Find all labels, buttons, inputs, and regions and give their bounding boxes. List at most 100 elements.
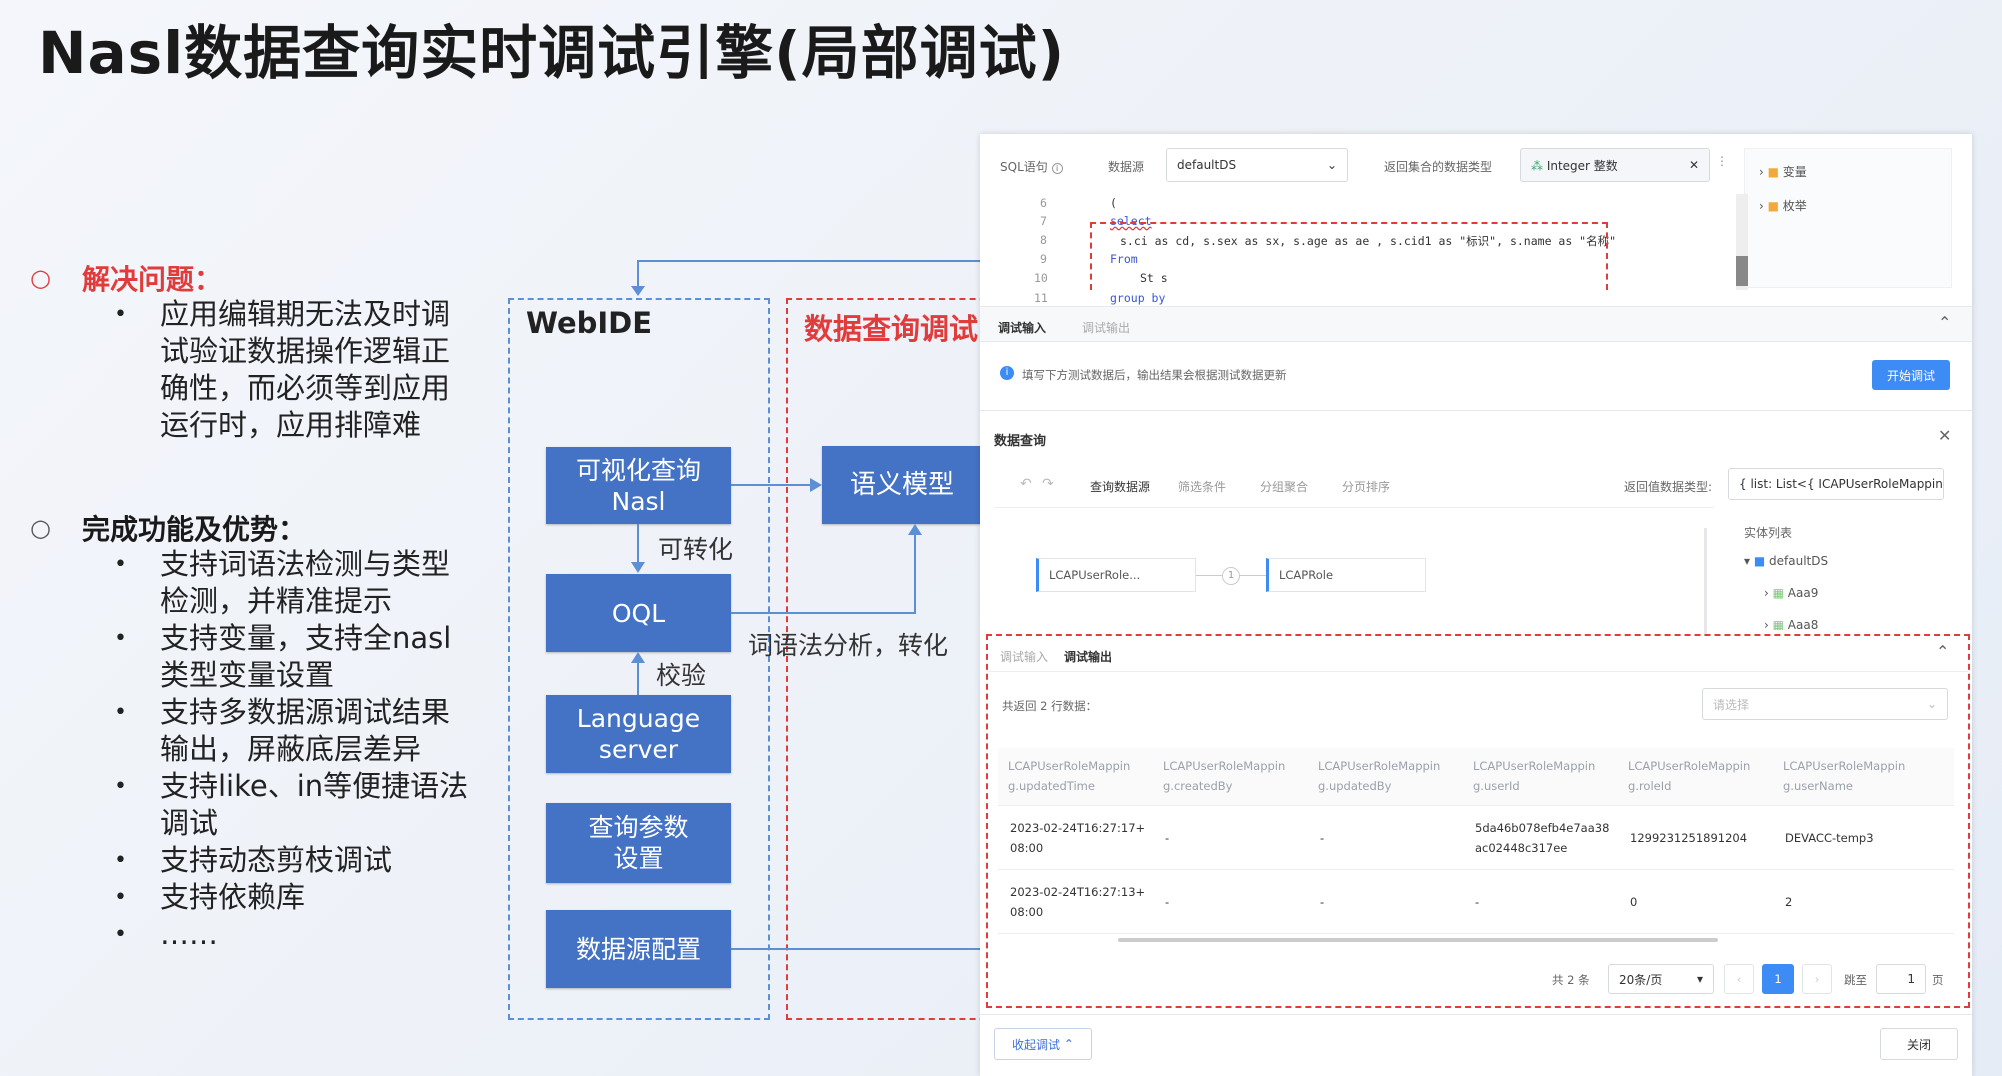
chevron-up-icon[interactable]: ⌃ bbox=[1936, 642, 1949, 661]
redo-icon[interactable]: ↷ bbox=[1042, 476, 1054, 492]
table-icon: ▦ bbox=[1772, 618, 1784, 630]
chevron-up-icon[interactable]: ⌃ bbox=[1938, 313, 1951, 332]
tab-page-sort[interactable]: 分页排序 bbox=[1342, 478, 1390, 495]
table-cell: - bbox=[1165, 895, 1170, 909]
chevron-down-icon: ⌄ bbox=[1326, 158, 1337, 172]
join-node[interactable]: LCAPRole bbox=[1266, 558, 1426, 592]
tab-group-agg[interactable]: 分组聚合 bbox=[1260, 478, 1308, 495]
page-size-select[interactable]: 20条/页 ▾ bbox=[1608, 964, 1714, 994]
tab-query-source[interactable]: 查询数据源 bbox=[1090, 478, 1150, 495]
table-cell: 0 bbox=[1630, 895, 1638, 909]
panel-splitter[interactable] bbox=[1704, 528, 1707, 636]
join-index[interactable]: 1 bbox=[1222, 567, 1240, 585]
column-header: LCAPUserRoleMappin g.updatedTime bbox=[1008, 759, 1131, 793]
language-server-box: Language server bbox=[546, 695, 731, 773]
horizontal-scrollbar[interactable] bbox=[1118, 938, 1718, 942]
oql-box: OQL bbox=[546, 574, 731, 652]
result-table: LCAPUserRoleMappin g.updatedTime LCAPUser… bbox=[998, 748, 1954, 950]
table-cell: 2023-02-24T16:27:13+ 08:00 bbox=[1010, 885, 1146, 919]
prev-page-button[interactable]: ‹ bbox=[1724, 964, 1754, 994]
webide-label: WebIDE bbox=[526, 306, 653, 340]
undo-icon[interactable]: ↶ bbox=[1020, 476, 1032, 492]
lexical-analysis-label: 词语法分析，转化 bbox=[748, 631, 949, 660]
table-cell: DEVACC-temp3 bbox=[1785, 831, 1874, 845]
column-header: LCAPUserRoleMappin g.createdBy bbox=[1163, 759, 1286, 793]
debug-tabs-bar: 调试输入 调试输出 ⌃ bbox=[980, 306, 1972, 342]
code-line: ( bbox=[1110, 196, 1117, 210]
arrow-line bbox=[731, 612, 915, 614]
semantic-model-box: 语义模型 bbox=[822, 446, 982, 524]
tab-debug-output[interactable]: 调试输出 bbox=[1064, 648, 1112, 665]
section1-heading: 解决问题： bbox=[82, 263, 223, 296]
slide-title: Nasl数据查询实时调试引擎(局部调试) bbox=[38, 19, 1066, 87]
return-value-type-label: 返回值数据类型: bbox=[1624, 480, 1713, 494]
jump-input[interactable]: 1 bbox=[1876, 964, 1926, 994]
list-item: • 支持变量，支持全nasl类型变量设置 bbox=[114, 621, 452, 692]
close-button[interactable]: 关闭 bbox=[1880, 1028, 1958, 1060]
table-cell: 1299231251891204 bbox=[1630, 831, 1748, 845]
clear-icon[interactable]: ✕ bbox=[1689, 158, 1699, 172]
variable-tree: › ■ 变量 › ■ 枚举 bbox=[1744, 148, 1952, 288]
feedback-line bbox=[638, 260, 982, 262]
line-number: 11 bbox=[1034, 291, 1048, 305]
column-header: LCAPUserRoleMappin g.userId bbox=[1473, 759, 1596, 793]
arrow-up-icon bbox=[908, 524, 922, 535]
chevron-up-icon: ⌃ bbox=[1063, 1037, 1074, 1051]
query-toolbar: ↶ ↷ 查询数据源 筛选条件 分组聚合 分页排序 bbox=[994, 462, 1714, 508]
list-item: • 应用编辑期无法及时调试验证数据操作逻辑正确性，而必须等到应用运行时，应用排障难 bbox=[114, 297, 451, 442]
sql-label: SQL语句 i bbox=[1000, 158, 1063, 175]
info-icon: i bbox=[1051, 163, 1063, 174]
section2-bullet: ○ bbox=[30, 514, 51, 542]
arrow-line bbox=[637, 524, 639, 564]
sql-editor[interactable]: 6 ( 7 select 8 s.ci as cd, s.sex as sx, … bbox=[1000, 194, 1748, 290]
line-number: 10 bbox=[1034, 271, 1048, 285]
divider bbox=[980, 410, 1972, 411]
return-type-label: 返回集合的数据类型 bbox=[1384, 160, 1493, 174]
tree-item-variables[interactable]: › ■ 变量 bbox=[1759, 163, 1807, 180]
list-item: • 支持多数据源调试结果输出，屏蔽底层差异 bbox=[114, 695, 451, 766]
arrow-line bbox=[731, 484, 812, 486]
table-row[interactable]: 2023-02-24T16:27:17+ 08:00 - - 5da46b078e… bbox=[998, 806, 1954, 870]
entity-list-label: 实体列表 bbox=[1744, 526, 1793, 540]
entity-tree-root[interactable]: ▾ ■ defaultDS bbox=[1744, 554, 1828, 568]
caret-down-icon: ▾ bbox=[1696, 972, 1703, 986]
page-button-current[interactable]: 1 bbox=[1762, 964, 1794, 994]
chevron-down-icon: ⌄ bbox=[1926, 697, 1937, 711]
list-item: • 支持依赖库 bbox=[114, 880, 306, 914]
table-cell: 2023-02-24T16:27:17+ 08:00 bbox=[1010, 821, 1146, 855]
tab-debug-output[interactable]: 调试输出 bbox=[1082, 319, 1130, 336]
table-row[interactable]: 2023-02-24T16:27:13+ 08:00 - - - 0 2 bbox=[998, 870, 1954, 934]
line-number: 9 bbox=[1040, 252, 1047, 266]
tab-debug-input[interactable]: 调试输入 bbox=[1000, 648, 1048, 665]
table-cell: 5da46b078efb4e7aa38 ac02448c317ee bbox=[1475, 821, 1610, 855]
table-header: LCAPUserRoleMappin g.updatedTime LCAPUser… bbox=[998, 748, 1954, 806]
entity-tree-item[interactable]: › ▦ Aaa9 bbox=[1764, 586, 1818, 600]
verify-label: 校验 bbox=[656, 661, 707, 690]
close-icon[interactable]: ✕ bbox=[1938, 426, 1951, 445]
visual-query-box: 可视化查询 Nasl bbox=[546, 447, 731, 524]
result-filter-select[interactable]: 请选择 ⌄ bbox=[1702, 688, 1948, 720]
table-icon: ▦ bbox=[1772, 586, 1784, 600]
line-number: 8 bbox=[1040, 233, 1047, 247]
tab-filter[interactable]: 筛选条件 bbox=[1178, 478, 1226, 495]
join-node[interactable]: LCAPUserRole... bbox=[1036, 558, 1196, 592]
collapse-debug-button[interactable]: 收起调试 ⌃ bbox=[994, 1028, 1092, 1060]
table-cell: - bbox=[1475, 895, 1480, 909]
more-icon[interactable]: ⋮ bbox=[1716, 154, 1728, 168]
next-page-button[interactable]: › bbox=[1802, 964, 1832, 994]
highlight-frame bbox=[1090, 222, 1608, 290]
table-cell: 2 bbox=[1785, 895, 1793, 909]
return-value-type-input[interactable]: { list: List<{ ICAPUserRoleMapping: bbox=[1728, 468, 1944, 500]
datasource-label: 数据源 bbox=[1108, 160, 1145, 174]
return-type-select[interactable]: ⁂ Integer 整数 ✕ bbox=[1520, 148, 1710, 182]
datasource-select[interactable]: defaultDS ⌄ bbox=[1166, 148, 1348, 182]
scrollbar[interactable] bbox=[1736, 194, 1748, 290]
tree-item-enums[interactable]: › ■ 枚举 bbox=[1759, 197, 1807, 214]
start-debug-button[interactable]: 开始调试 bbox=[1872, 360, 1950, 390]
entity-tree-item[interactable]: › ▦ Aaa8 bbox=[1764, 618, 1818, 630]
folder-icon: ■ bbox=[1767, 199, 1779, 213]
table-cell: - bbox=[1320, 895, 1325, 909]
arrow-line bbox=[637, 662, 639, 695]
tab-debug-input[interactable]: 调试输入 bbox=[998, 319, 1046, 336]
section1-list: • 应用编辑期无法及时调试验证数据操作逻辑正确性，而必须等到应用运行时，应用排障难 bbox=[114, 296, 478, 444]
